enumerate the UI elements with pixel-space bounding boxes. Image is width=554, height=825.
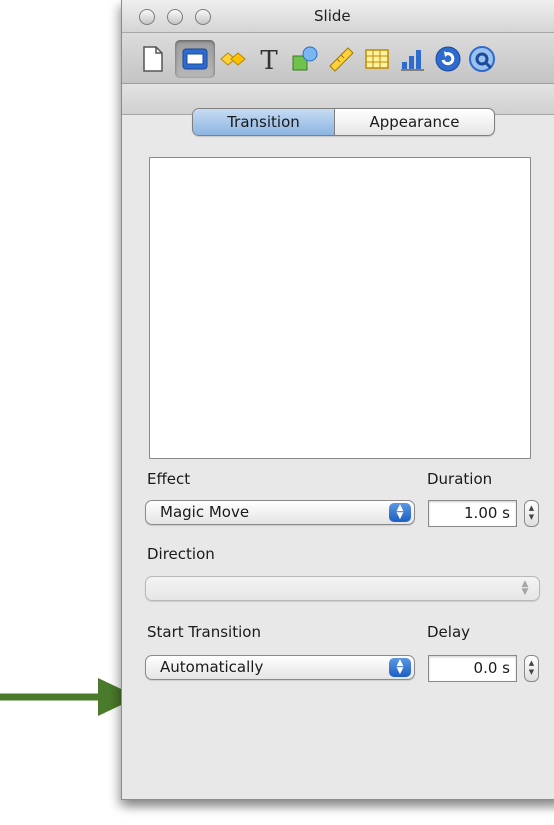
inspector-toolbar: T (122, 33, 554, 84)
tab-transition[interactable]: Transition (193, 109, 335, 135)
shapes-icon[interactable] (290, 44, 320, 74)
start-transition-popup[interactable]: Automatically ▲ ▼ (145, 655, 415, 680)
start-transition-value: Automatically (160, 658, 264, 676)
transition-icon[interactable] (218, 44, 248, 74)
document-icon[interactable] (138, 44, 168, 74)
tab-appearance[interactable]: Appearance (335, 109, 494, 135)
title-bar[interactable]: Slide (122, 0, 554, 33)
delay-label: Delay (427, 623, 471, 641)
popup-arrows-icon: ▲ ▼ (521, 579, 529, 597)
direction-label: Direction (147, 545, 215, 563)
window-title: Slide (314, 7, 351, 25)
chart-icon[interactable] (398, 44, 428, 74)
ruler-icon[interactable] (326, 44, 356, 74)
minimize-button[interactable] (167, 9, 183, 25)
popup-arrows-icon: ▲ ▼ (389, 503, 411, 522)
link-icon[interactable] (433, 44, 463, 74)
direction-popup[interactable]: ▲ ▼ (145, 576, 540, 601)
table-icon[interactable] (362, 44, 392, 74)
duration-stepper[interactable]: ▲ ▼ (524, 500, 539, 527)
duration-value: 1.00 s (464, 504, 510, 522)
start-transition-label: Start Transition (147, 623, 261, 641)
slide-inspector-window: Slide T Transition Appearance Effect Dur… (121, 0, 554, 800)
delay-value: 0.0 s (473, 659, 510, 677)
effect-value: Magic Move (160, 503, 250, 521)
effect-popup[interactable]: Magic Move ▲ ▼ (145, 500, 415, 525)
duration-label: Duration (427, 470, 493, 488)
transition-preview (149, 157, 531, 459)
close-button[interactable] (139, 9, 155, 25)
delay-stepper[interactable]: ▲ ▼ (524, 655, 539, 682)
zoom-button[interactable] (195, 9, 211, 25)
text-icon[interactable]: T (254, 44, 284, 74)
inspector-tab-control: Transition Appearance (192, 108, 495, 136)
quicktime-icon[interactable] (467, 44, 497, 74)
svg-text:T: T (260, 46, 278, 74)
duration-field[interactable]: 1.00 s (428, 500, 517, 527)
effect-label: Effect (147, 470, 191, 488)
popup-arrows-icon: ▲ ▼ (389, 658, 411, 677)
slide-icon[interactable] (180, 44, 210, 74)
delay-field[interactable]: 0.0 s (428, 655, 517, 682)
